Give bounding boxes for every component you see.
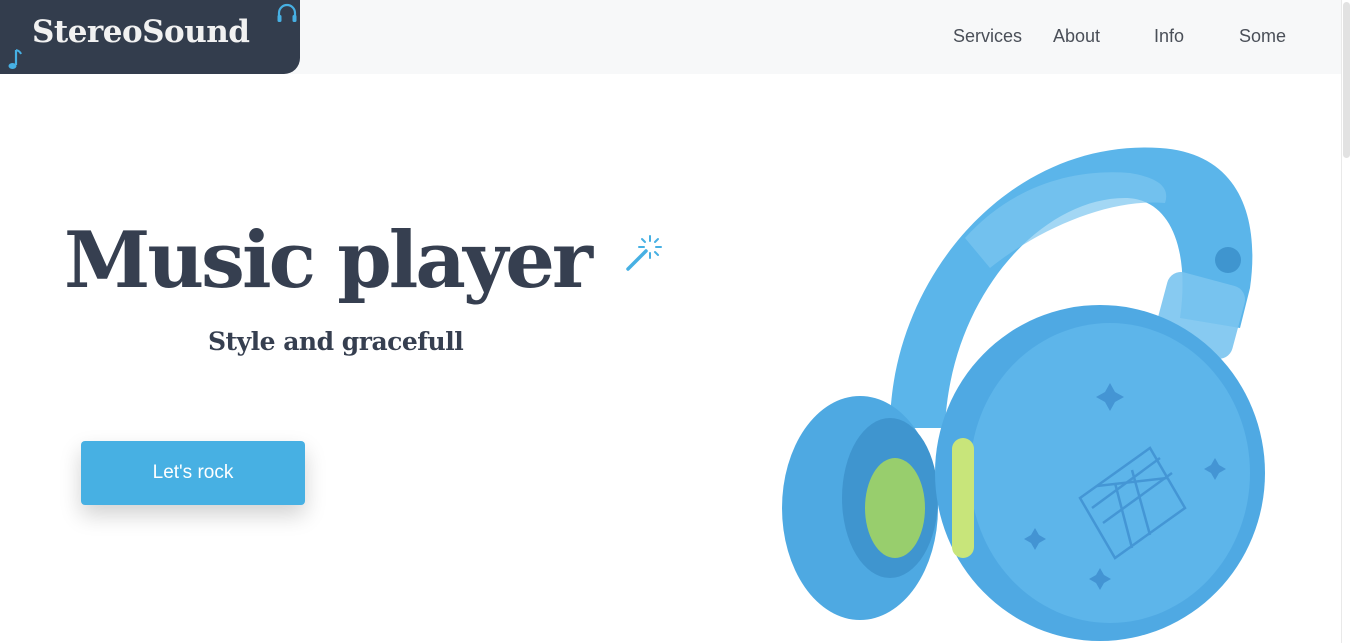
main-nav: Services About Info Some bbox=[0, 26, 1342, 52]
headphones-icon bbox=[277, 3, 297, 22]
nav-item-some[interactable]: Some bbox=[1239, 26, 1286, 47]
magic-wand-icon bbox=[626, 235, 662, 271]
headphones-product-image bbox=[782, 147, 1265, 641]
nav-item-services[interactable]: Services bbox=[953, 26, 1022, 47]
nav-item-info[interactable]: Info bbox=[1154, 26, 1184, 47]
site-header: StereoSound Services About Info Some bbox=[0, 0, 1342, 74]
page: StereoSound Services About Info Some Mus… bbox=[0, 0, 1352, 643]
scrollbar[interactable] bbox=[1341, 0, 1352, 643]
lets-rock-button[interactable]: Let's rock bbox=[81, 441, 305, 505]
scrollbar-thumb[interactable] bbox=[1343, 2, 1350, 158]
nav-item-about[interactable]: About bbox=[1053, 26, 1100, 47]
hero-title: Music player bbox=[64, 215, 593, 306]
hero-subtitle: Style and gracefull bbox=[208, 327, 464, 356]
